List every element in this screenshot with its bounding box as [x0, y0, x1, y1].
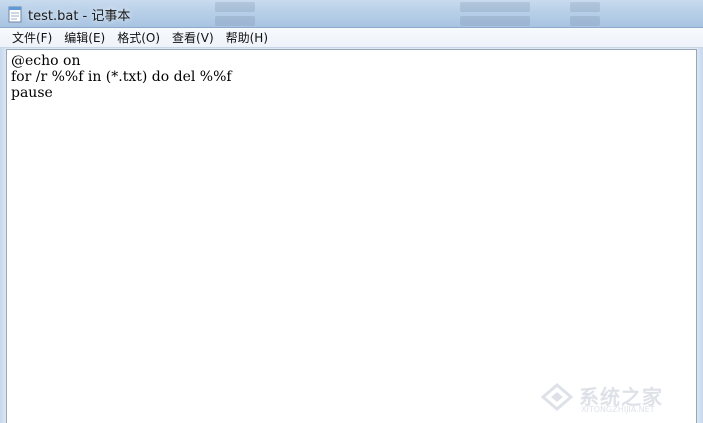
text-editor[interactable]: @echo on for /r %%f in (*.txt) do del %%… [6, 49, 697, 423]
background-ghost [570, 2, 600, 12]
background-ghost [460, 2, 530, 12]
watermark-subtext: XITONGZHIJIA.NET [581, 405, 655, 414]
watermark-logo-icon [540, 383, 574, 411]
editor-line[interactable]: @echo on [11, 53, 692, 69]
watermark: 系统之家 XITONGZHIJIA.NET [535, 377, 695, 417]
editor-line[interactable]: for /r %%f in (*.txt) do del %%f [11, 69, 692, 85]
background-ghost [215, 16, 255, 26]
title-bar[interactable]: test.bat - 记事本 [0, 0, 703, 28]
menu-help[interactable]: 帮助(H) [220, 29, 274, 47]
background-ghost [215, 2, 255, 12]
window-title: test.bat - 记事本 [28, 9, 131, 24]
notepad-icon[interactable] [8, 5, 23, 23]
background-ghost [460, 16, 530, 26]
editor-line[interactable]: pause [11, 85, 692, 101]
menu-format[interactable]: 格式(O) [111, 29, 166, 47]
menu-edit[interactable]: 编辑(E) [58, 29, 111, 47]
menu-bar: 文件(F) 编辑(E) 格式(O) 查看(V) 帮助(H) [0, 28, 703, 48]
menu-view[interactable]: 查看(V) [166, 29, 220, 47]
window-frame-right [697, 48, 703, 423]
background-ghost [570, 16, 600, 26]
menu-file[interactable]: 文件(F) [6, 29, 58, 47]
